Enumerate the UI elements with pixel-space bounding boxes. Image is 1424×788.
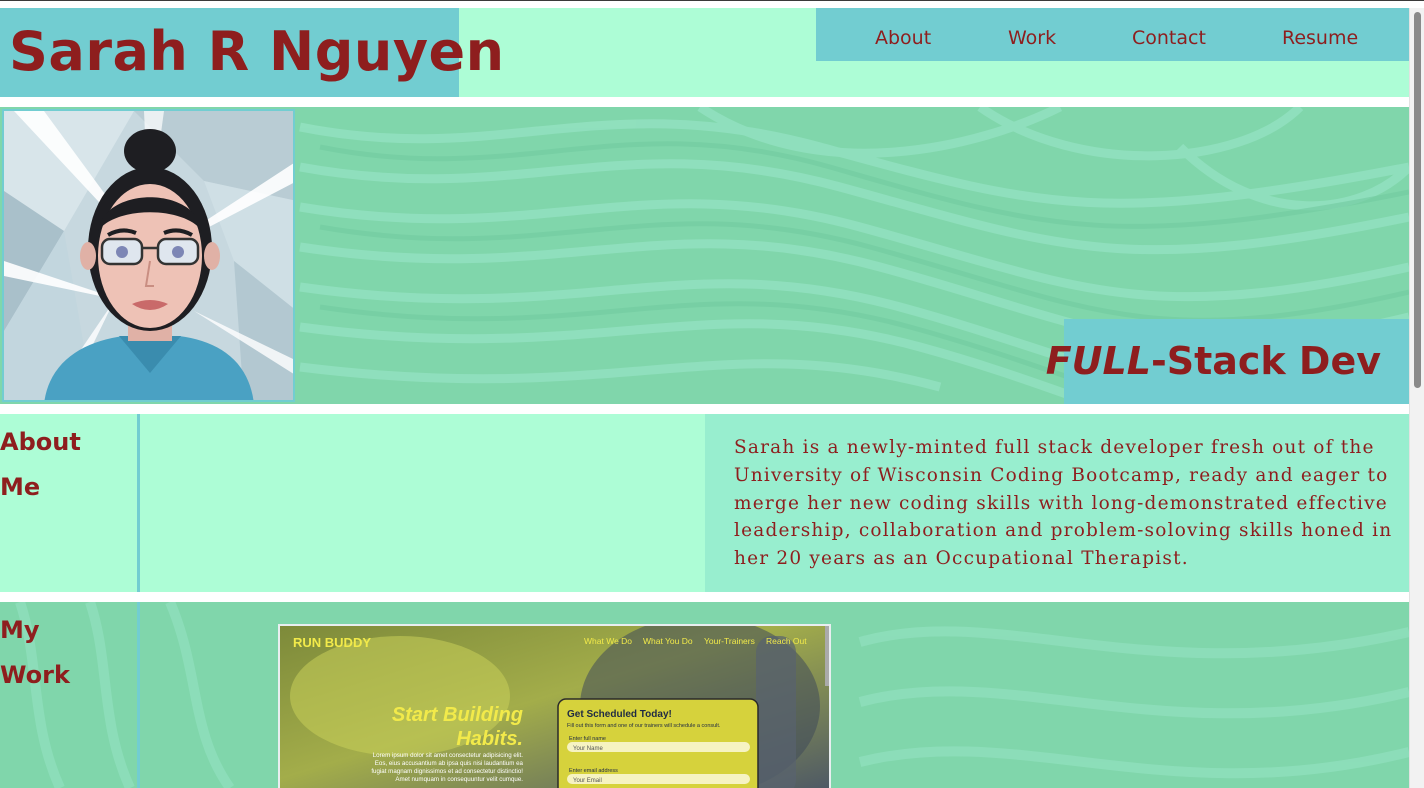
section-divider xyxy=(137,414,140,592)
about-heading-line1: About xyxy=(0,428,81,456)
project-headline-2: Habits. xyxy=(456,728,523,750)
about-heading: About Me xyxy=(0,420,138,510)
project-nav-4: Reach Out xyxy=(766,636,807,646)
project-form-title: Get Scheduled Today! xyxy=(567,709,672,720)
project-blurb-1: Lorem ipsum dolor sit amet consectetur a… xyxy=(373,752,524,759)
tagline: FULL-Stack Dev xyxy=(1046,339,1381,383)
work-heading: My Work xyxy=(0,608,138,698)
hero-section: FULL-Stack Dev xyxy=(0,107,1409,404)
project-blurb-3: fugiat magnam dignissimos et ad consecte… xyxy=(371,768,523,775)
site-name[interactable]: Sarah R Nguyen xyxy=(9,20,505,83)
project-email-label: Enter email address xyxy=(569,768,618,774)
nav-about[interactable]: About xyxy=(875,27,931,49)
about-heading-line2: Me xyxy=(0,473,41,501)
nav-work[interactable]: Work xyxy=(1008,27,1056,49)
project-name-label: Enter full name xyxy=(569,736,606,742)
scrollbar-thumb[interactable] xyxy=(1414,12,1421,388)
project-form-subtitle: Fill out this form and one of our traine… xyxy=(567,723,721,729)
tagline-box: FULL-Stack Dev xyxy=(1046,319,1409,404)
browser-top-edge xyxy=(0,0,1424,8)
project-name-placeholder: Your Name xyxy=(573,746,603,752)
profile-avatar xyxy=(2,109,295,402)
project-blurb-2: Eos, eius accusantium ab ipsa quis nisi … xyxy=(375,760,524,767)
project-logo: RUN BUDDY xyxy=(293,635,371,650)
tagline-emphasis: FULL xyxy=(1045,339,1151,383)
site-header: Sarah R Nguyen About Work Contact Resume xyxy=(0,8,1409,97)
work-section: My Work RUN BUDDY What We Do What You Do… xyxy=(0,602,1409,788)
about-text: Sarah is a newly-minted full stack devel… xyxy=(705,414,1409,592)
project-nav-1: What We Do xyxy=(584,636,632,646)
project-headline-1: Start Building xyxy=(392,704,523,726)
brand-block: Sarah R Nguyen xyxy=(0,8,504,97)
nav-resume[interactable]: Resume xyxy=(1282,27,1358,49)
page-scrollbar[interactable] xyxy=(1409,8,1424,788)
section-divider xyxy=(137,602,140,788)
tagline-rest: -Stack Dev xyxy=(1150,339,1381,383)
main-nav: About Work Contact Resume xyxy=(816,8,1409,61)
project-run-buddy[interactable]: RUN BUDDY What We Do What You Do Your-Tr… xyxy=(278,624,831,788)
nav-contact[interactable]: Contact xyxy=(1132,27,1206,49)
work-heading-line1: My xyxy=(0,616,40,644)
project-email-placeholder: Your Email xyxy=(573,778,602,784)
about-section: About Me Sarah is a newly-minted full st… xyxy=(0,414,1409,592)
project-blurb-4: Amet numquam in consequuntur velit cumqu… xyxy=(395,776,523,783)
project-nav-2: What You Do xyxy=(643,636,693,646)
work-heading-line2: Work xyxy=(0,661,70,689)
project-nav-3: Your-Trainers xyxy=(704,636,755,646)
project-screenshot: RUN BUDDY What We Do What You Do Your-Tr… xyxy=(280,626,829,788)
